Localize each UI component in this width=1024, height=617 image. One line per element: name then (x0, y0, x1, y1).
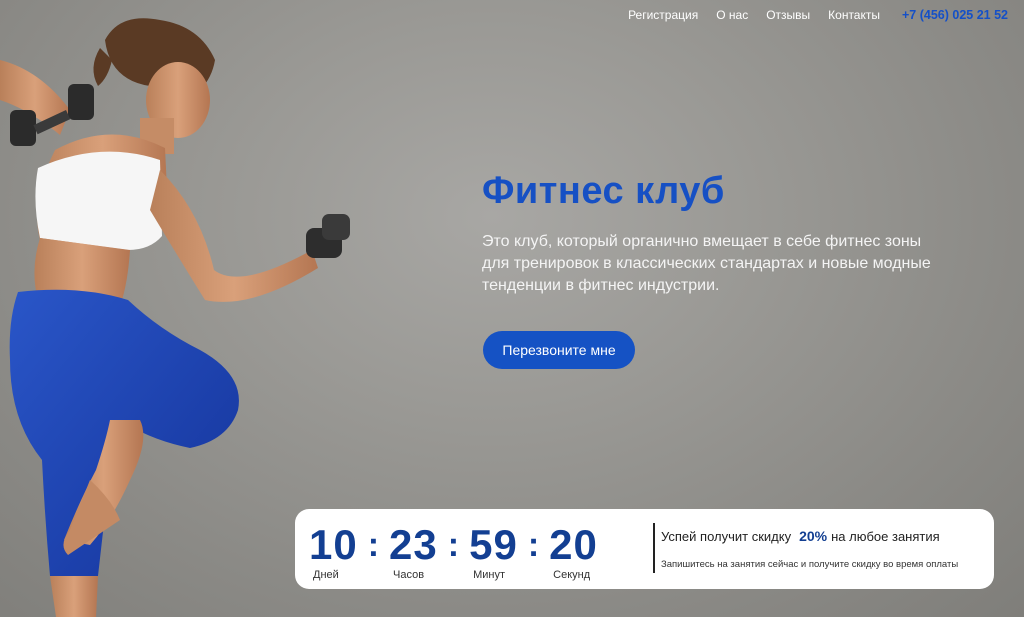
timer-separator: : (527, 526, 540, 564)
hours-value: 23 (389, 521, 438, 568)
minutes-value: 59 (469, 521, 518, 568)
timer-minutes: 59 Минут (469, 521, 518, 582)
timer-days: 10 Дней (309, 521, 358, 582)
countdown-card: 10 Дней : 23 Часов : 59 Минут : 20 Секун… (295, 509, 994, 589)
promo-text-after: на любое занятия (831, 529, 940, 544)
timer-seconds: 20 Секунд (549, 521, 598, 582)
discount-promo: Успей получит скидку 20% на любое занятия (661, 528, 940, 544)
hero-title: Фитнес клуб (482, 170, 725, 212)
countdown-timer: 10 Дней : 23 Часов : 59 Минут : 20 Секун… (309, 521, 598, 582)
phone-link[interactable]: +7 (456) 025 21 52 (902, 8, 1008, 22)
days-label: Дней (313, 569, 339, 581)
vertical-divider (653, 523, 655, 573)
timer-hours: 23 Часов (389, 521, 438, 582)
callback-button[interactable]: Перезвоните мне (483, 331, 635, 369)
timer-separator: : (367, 526, 380, 564)
timer-separator: : (447, 526, 460, 564)
nav-about[interactable]: О нас (716, 8, 748, 22)
promo-text-before: Успей получит скидку (661, 529, 792, 544)
hero-description: Это клуб, который органично вмещает в се… (482, 233, 931, 294)
nav-registration[interactable]: Регистрация (628, 8, 698, 22)
minutes-label: Минут (473, 569, 506, 581)
seconds-value: 20 (549, 521, 598, 568)
nav-reviews[interactable]: Отзывы (766, 8, 810, 22)
top-nav: Регистрация О нас Отзывы Контакты +7 (45… (610, 8, 1008, 22)
promo-subtext: Запишитесь на занятия сейчас и получите … (661, 559, 959, 570)
hero-section: Фитнес клуб Это клуб, который органично … (482, 170, 1002, 297)
nav-contacts[interactable]: Контакты (828, 8, 880, 22)
seconds-label: Секунд (553, 569, 591, 581)
days-value: 10 (309, 521, 358, 568)
hours-label: Часов (393, 569, 425, 581)
promo-percent: 20% (799, 528, 828, 544)
